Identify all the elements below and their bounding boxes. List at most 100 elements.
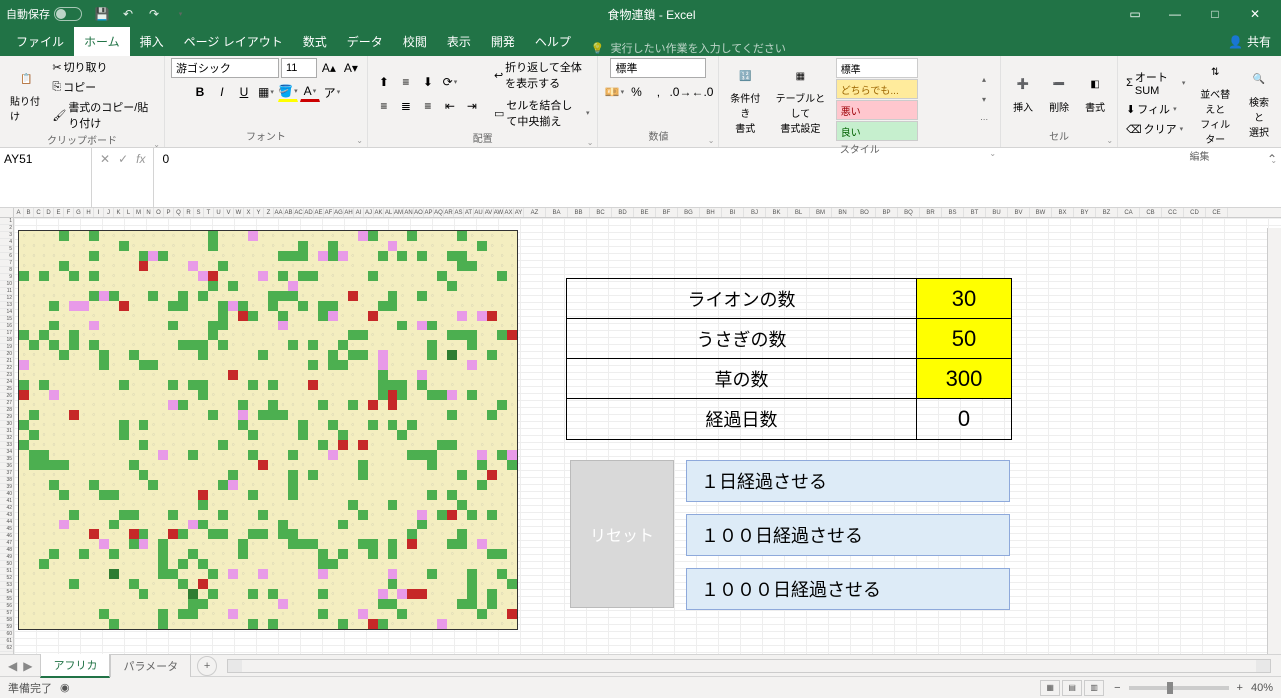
row-header[interactable]: 41 [0, 498, 13, 505]
col-header[interactable]: AB [284, 208, 294, 217]
row-header[interactable]: 61 [0, 638, 13, 645]
col-header[interactable]: J [104, 208, 114, 217]
row-header[interactable]: 39 [0, 484, 13, 491]
align-middle-icon[interactable]: ≡ [396, 72, 416, 92]
col-header[interactable]: BH [700, 208, 722, 217]
row-header[interactable]: 47 [0, 540, 13, 547]
accept-formula-icon[interactable]: ✓ [118, 152, 128, 166]
maximize-icon[interactable]: □ [1195, 0, 1235, 28]
col-header[interactable]: CC [1162, 208, 1184, 217]
fill-color-button[interactable]: 🪣 [278, 82, 298, 102]
align-center-icon[interactable]: ≣ [396, 96, 416, 116]
col-header[interactable]: CE [1206, 208, 1228, 217]
row-header[interactable]: 16 [0, 323, 13, 330]
orientation-icon[interactable]: ⟳ [440, 72, 460, 92]
col-header[interactable]: AL [384, 208, 394, 217]
row-header[interactable]: 13 [0, 302, 13, 309]
zoom-level[interactable]: 40% [1251, 682, 1273, 694]
col-header[interactable]: CD [1184, 208, 1206, 217]
col-header[interactable]: B [24, 208, 34, 217]
col-header[interactable]: BP [876, 208, 898, 217]
col-header[interactable]: AN [404, 208, 414, 217]
qat-customize-icon[interactable] [172, 6, 188, 22]
row-header[interactable]: 12 [0, 295, 13, 302]
row-header[interactable]: 17 [0, 330, 13, 337]
sheet-tab-africa[interactable]: アフリカ [40, 653, 110, 678]
decrease-font-icon[interactable]: A▾ [341, 58, 361, 78]
style-neutral[interactable]: どちらでも... [836, 79, 918, 99]
align-top-icon[interactable]: ⬆ [374, 72, 394, 92]
row-header[interactable]: 58 [0, 617, 13, 624]
reset-button[interactable]: リセット [570, 460, 674, 608]
conditional-format-button[interactable]: 🔢条件付き 書式 [725, 62, 765, 137]
decrease-decimal-icon[interactable]: ←.0 [692, 82, 712, 102]
tab-view[interactable]: 表示 [437, 27, 481, 56]
row-header[interactable]: 45 [0, 526, 13, 533]
col-header[interactable]: AK [374, 208, 384, 217]
col-header[interactable]: BO [854, 208, 876, 217]
table-format-button[interactable]: ▦テーブルとして 書式設定 [769, 62, 832, 137]
col-header[interactable]: P [164, 208, 174, 217]
page-layout-view-icon[interactable]: ▤ [1062, 680, 1082, 696]
col-header[interactable]: O [154, 208, 164, 217]
row-header[interactable]: 28 [0, 407, 13, 414]
tab-formulas[interactable]: 数式 [293, 27, 337, 56]
col-header[interactable]: D [44, 208, 54, 217]
col-header[interactable]: BR [920, 208, 942, 217]
cells-grid[interactable]: ○○○○○○○○○○○○○○○○○○○○○○○○○○○○○○○○○○○○○○○○… [14, 218, 1281, 654]
increase-decimal-icon[interactable]: .0→ [670, 82, 690, 102]
row-header[interactable]: 48 [0, 547, 13, 554]
zoom-slider[interactable] [1129, 686, 1229, 690]
gallery-down-icon[interactable]: ▾ [974, 90, 994, 110]
tab-review[interactable]: 校閲 [393, 27, 437, 56]
col-header[interactable]: AP [424, 208, 434, 217]
col-header[interactable]: K [114, 208, 124, 217]
cancel-formula-icon[interactable]: ✕ [100, 152, 110, 166]
row-header[interactable]: 24 [0, 379, 13, 386]
col-header[interactable]: BC [590, 208, 612, 217]
col-header[interactable]: E [54, 208, 64, 217]
col-header[interactable]: AR [444, 208, 454, 217]
col-header[interactable]: AA [274, 208, 284, 217]
col-header[interactable]: C [34, 208, 44, 217]
row-header[interactable]: 31 [0, 428, 13, 435]
row-header[interactable]: 37 [0, 470, 13, 477]
row-header[interactable]: 21 [0, 358, 13, 365]
row-header[interactable]: 2 [0, 225, 13, 232]
col-header[interactable]: AM [394, 208, 404, 217]
clear-button[interactable]: ⌫クリア [1124, 120, 1187, 138]
close-icon[interactable]: ✕ [1235, 0, 1275, 28]
row-header[interactable]: 33 [0, 442, 13, 449]
tab-data[interactable]: データ [337, 27, 393, 56]
sheet-tab-parameters[interactable]: パラメータ [110, 654, 191, 677]
fx-icon[interactable]: fx [136, 152, 145, 166]
redo-icon[interactable]: ↷ [146, 6, 162, 22]
col-header[interactable]: AJ [364, 208, 374, 217]
font-color-button[interactable]: A [300, 82, 320, 102]
col-header[interactable]: X [244, 208, 254, 217]
col-header[interactable]: R [184, 208, 194, 217]
row-header[interactable]: 54 [0, 589, 13, 596]
normal-view-icon[interactable]: ▦ [1040, 680, 1060, 696]
ribbon-display-icon[interactable]: ▭ [1115, 0, 1155, 28]
indent-decrease-icon[interactable]: ⇤ [440, 96, 460, 116]
col-header[interactable]: AS [454, 208, 464, 217]
row-header[interactable]: 55 [0, 596, 13, 603]
border-button[interactable]: ▦ [256, 82, 276, 102]
row-header[interactable]: 6 [0, 253, 13, 260]
row-header[interactable]: 20 [0, 351, 13, 358]
col-header[interactable]: BN [832, 208, 854, 217]
col-header[interactable]: AC [294, 208, 304, 217]
row-header[interactable]: 3 [0, 232, 13, 239]
row-header[interactable]: 7 [0, 260, 13, 267]
col-header[interactable]: BJ [744, 208, 766, 217]
col-header[interactable]: BS [942, 208, 964, 217]
number-format-select[interactable] [610, 58, 706, 78]
row-header[interactable]: 15 [0, 316, 13, 323]
sort-filter-button[interactable]: ⇅並べ替えと フィルター [1191, 58, 1239, 148]
col-header[interactable]: BG [678, 208, 700, 217]
font-size-input[interactable] [281, 58, 317, 78]
advance-100-days-button[interactable]: １００日経過させる [686, 514, 1010, 556]
tab-home[interactable]: ホーム [74, 27, 130, 56]
row-header[interactable]: 51 [0, 568, 13, 575]
